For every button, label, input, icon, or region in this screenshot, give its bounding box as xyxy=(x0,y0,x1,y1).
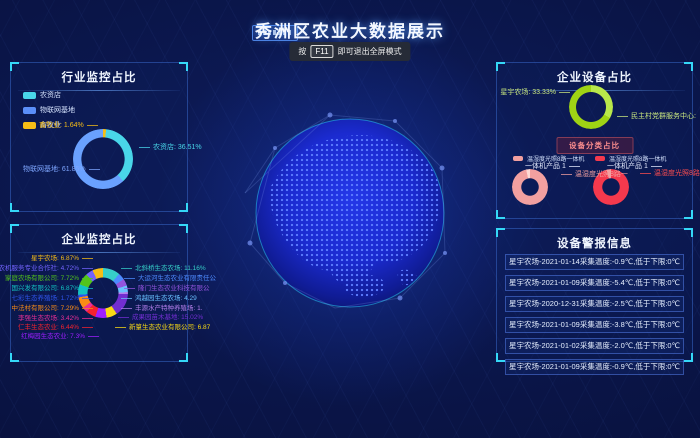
chart-callout: 李强生态农场: 3.42% xyxy=(18,315,93,323)
alarm-row: 星宇农场-2021-01-09采集温度:-3.8℃,低于下限:0℃ xyxy=(505,317,684,333)
chart-callout: 农资店: 36.51% xyxy=(139,144,202,152)
globe-visualization xyxy=(230,93,470,333)
corner-accent xyxy=(10,224,19,233)
chart-callout: 七彩生态养殖场: 1.72% xyxy=(11,295,93,303)
globe-svg xyxy=(230,93,470,333)
alarm-list: 星宇农场-2021-01-14采集温度:-0.9℃,低于下限:0℃ 星宇农场-20… xyxy=(505,254,684,375)
chart-callout: 大运河生态农业有限责任公 xyxy=(124,275,216,283)
chart-callout: 农机服务专业合作社: 4.72% xyxy=(0,265,93,273)
corner-accent xyxy=(179,353,188,362)
title-underline xyxy=(18,252,180,253)
chart-callout: 物联网基地: 61.85% xyxy=(23,166,100,174)
corner-accent xyxy=(10,353,19,362)
chart-callout: 鸿越园生态农场: 4.29 xyxy=(121,295,197,303)
corner-accent xyxy=(496,228,505,237)
panel-title-industry: 行业监控占比 xyxy=(11,63,187,85)
legend-label: 物联网基地 xyxy=(40,105,75,115)
panel-industry-monitor: 行业监控占比 农资店物联网基地畜牧业 畜牧业: 1.64%农资店: 36.51%… xyxy=(10,62,188,212)
legend-swatch xyxy=(23,107,36,114)
chart-callout: 丰源水产特种养殖场: 1. xyxy=(121,305,203,313)
corner-accent xyxy=(684,353,693,362)
corner-accent xyxy=(10,203,19,212)
device-left-legend: 温湿度光照8路一体机 xyxy=(513,154,584,163)
chart-callout: 星宇农场: 6.87% xyxy=(31,255,93,263)
corner-accent xyxy=(10,62,19,71)
chart-callout: 国兴发有限公司: 6.87% xyxy=(11,285,93,293)
industry-donut-chart[interactable] xyxy=(73,129,133,189)
device-left-donut-chart[interactable] xyxy=(512,169,548,205)
corner-accent xyxy=(684,228,693,237)
alarm-row: 星宇农场-2021-01-02采集温度:-2.0℃,低于下限:0℃ xyxy=(505,338,684,354)
legend-swatch xyxy=(23,92,36,99)
legend-swatch xyxy=(23,122,36,129)
chart-callout: 成果园苗木基地: 15.02% xyxy=(118,314,203,322)
chart-callout: 星宇农场: 33.33% xyxy=(500,89,570,97)
chart-callout: 畜牧业: 1.64% xyxy=(39,122,98,130)
f11-keycap: F11 xyxy=(310,45,333,58)
alarm-row: 星宇农场-2021-01-09采集温度:-0.9℃,低于下限:0℃ xyxy=(505,359,684,375)
tooltip-prefix: 按 xyxy=(298,46,306,57)
legend-label: 温湿度光照8路一体机 xyxy=(527,154,584,163)
legend-item[interactable]: 农资店 xyxy=(23,90,75,100)
panel-title-enterprise: 企业监控占比 xyxy=(11,225,187,247)
tooltip-suffix: 即可退出全屏模式 xyxy=(338,46,402,57)
alarm-row: 星宇农场-2020-12-31采集温度:-2.5℃,低于下限:0℃ xyxy=(505,296,684,312)
legend-swatch xyxy=(595,156,605,161)
panel-title-alarms: 设备警报信息 xyxy=(497,229,692,251)
fullscreen-tooltip: 按 F11 即可退出全屏模式 xyxy=(289,42,410,61)
panel-enterprise-equipment: 企业设备占比 设备分类占比 温湿度光照8路一体机 温湿度光照8路一体机 一体机产… xyxy=(496,62,693,219)
legend-swatch xyxy=(513,156,523,161)
corner-accent xyxy=(496,353,505,362)
dashboard-stage: 秀洲区农业大数据展示 按 F11 即可退出全屏模式 行业监控占比 农资店物联网基… xyxy=(0,0,700,438)
legend-label: 农资店 xyxy=(40,90,61,100)
device-right-legend: 温湿度光照8路一体机 xyxy=(595,154,666,163)
device-class-callouts: 温湿度光照8路一体机 温湿度光照8路一体机 一体机产品 1温湿度光照8路一一体机… xyxy=(497,63,692,218)
corner-accent xyxy=(179,62,188,71)
legend-label: 温湿度光照8路一体机 xyxy=(609,154,666,163)
chart-callout: 仁丰生态农业: 6.44% xyxy=(18,324,93,332)
chart-callout: 温湿度光照8路一 xyxy=(640,170,700,178)
chart-callout: 民主村党群服务中心: xyxy=(617,113,696,121)
chart-callout: 中法村有限公司: 7.29% xyxy=(11,305,93,313)
chart-callout: 温湿度光照8路一 xyxy=(561,171,628,179)
panel-device-alarms: 设备警报信息 星宇农场-2021-01-14采集温度:-0.9℃,低于下限:0℃… xyxy=(496,228,693,362)
chart-callout: 一体机产品 1 xyxy=(525,163,580,171)
page-title: 秀洲区农业大数据展示 xyxy=(0,17,700,42)
legend-item[interactable]: 物联网基地 xyxy=(23,105,75,115)
chart-callout: 隆门生态农业科技有限公 xyxy=(124,285,210,293)
chart-callout: 红梅园生态农业: 7.3% xyxy=(21,333,99,341)
legend-item[interactable]: 温湿度光照8路一体机 xyxy=(595,154,666,163)
corner-accent xyxy=(179,203,188,212)
panel-enterprise-monitor: 企业监控占比 星宇农场: 6.87%农机服务专业合作社: 4.72%家庭农场有限… xyxy=(10,224,188,362)
legend-item[interactable]: 温湿度光照8路一体机 xyxy=(513,154,584,163)
chart-callout: 新篁生态农业有限公司: 6.87 xyxy=(115,324,210,332)
alarm-row: 星宇农场-2021-01-14采集温度:-0.9℃,低于下限:0℃ xyxy=(505,254,684,270)
alarm-row: 星宇农场-2021-01-09采集温度:-5.4℃,低于下限:0℃ xyxy=(505,275,684,291)
chart-callout: 家庭农场有限公司: 7.72% xyxy=(5,275,93,283)
corner-accent xyxy=(179,224,188,233)
chart-callout: 北斜桥生态农场: 11.16% xyxy=(121,265,206,273)
